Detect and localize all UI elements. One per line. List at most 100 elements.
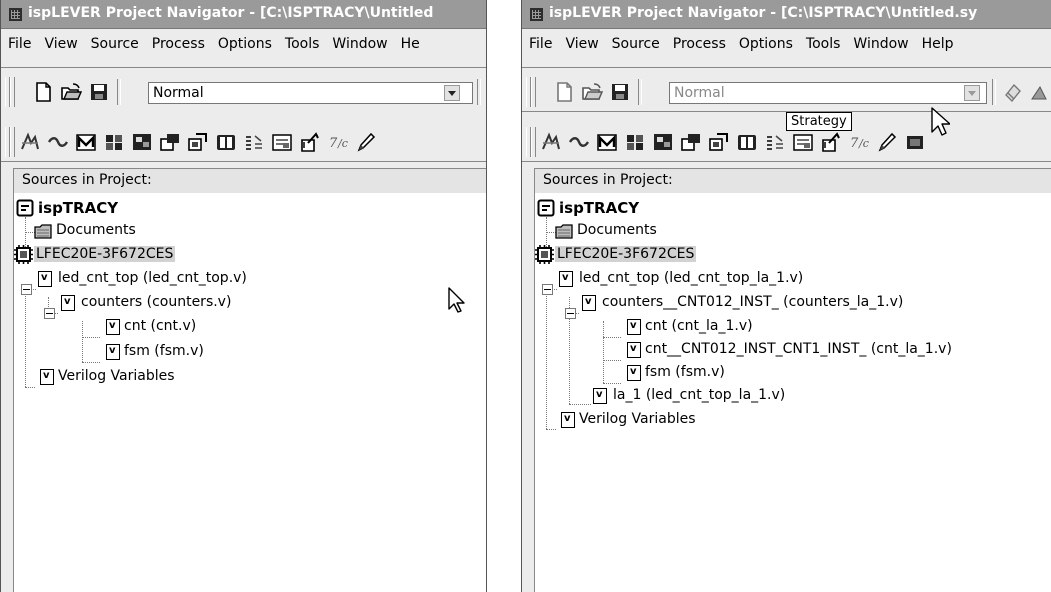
tree-node-label: fsm (fsm.v)	[645, 364, 725, 380]
svg-text:7: 7	[850, 136, 859, 151]
sources-panel-header: Sources in Project:	[534, 168, 1051, 194]
menu-window[interactable]: Window	[325, 34, 393, 52]
update-icon[interactable]	[1028, 81, 1050, 103]
folder-icon	[34, 224, 52, 239]
tree-node-label: ispTRACY	[559, 199, 640, 217]
tree-node-label: LFEC20E-3F672CES	[34, 246, 176, 262]
process-toolbar: 7/c	[5, 125, 486, 159]
toolbar-grip	[10, 77, 15, 107]
menu-options[interactable]: Options	[211, 34, 278, 52]
verilog-file-icon: v	[103, 344, 120, 362]
module-tool-icon[interactable]	[680, 131, 702, 153]
svg-text:/c: /c	[337, 137, 348, 150]
verilog-file-icon: v	[624, 319, 641, 337]
save-icon[interactable]	[88, 81, 110, 103]
link-tool-icon[interactable]	[47, 131, 69, 153]
synthesis-tool-icon[interactable]	[540, 131, 562, 153]
verilog-file-icon: v	[624, 365, 641, 383]
report-tool-icon[interactable]	[271, 131, 293, 153]
sources-tree: ispTRACY Documents LFEC20E-3F672CES v le…	[13, 193, 486, 592]
toolbar-divider	[522, 161, 1051, 162]
chevron-down-icon[interactable]	[964, 85, 980, 101]
fpga-editor-icon[interactable]	[652, 131, 674, 153]
menu-bar: File View Source Process Options Tools Window H…	[522, 33, 1051, 55]
export-tool-icon[interactable]	[820, 131, 842, 153]
schematic-tool-icon[interactable]	[103, 131, 125, 153]
simulation-tool-icon[interactable]: 7/c	[327, 131, 349, 153]
simulation-tool-icon[interactable]: 7/c	[848, 131, 870, 153]
export-tool-icon[interactable]	[299, 131, 321, 153]
menu-help[interactable]: He	[394, 34, 426, 52]
menu-process[interactable]: Process	[666, 34, 732, 52]
collapse-toggle-icon[interactable]	[44, 308, 55, 319]
sources-panel-title: Sources in Project:	[22, 172, 152, 188]
verilog-file-icon: v	[35, 271, 52, 289]
menu-tools[interactable]: Tools	[799, 34, 847, 52]
pencil-tool-icon[interactable]	[355, 131, 377, 153]
sources-panel-title: Sources in Project:	[543, 172, 673, 188]
menu-view[interactable]: View	[37, 34, 83, 52]
device-chip-icon	[14, 245, 33, 264]
save-icon[interactable]	[609, 81, 631, 103]
collapse-toggle-icon[interactable]	[542, 284, 553, 295]
link-tool-icon[interactable]	[568, 131, 590, 153]
menu-process[interactable]: Process	[145, 34, 211, 52]
new-file-icon[interactable]	[553, 81, 575, 103]
strategy-combo[interactable]: Normal	[669, 82, 987, 104]
menu-tools[interactable]: Tools	[278, 34, 326, 52]
standard-toolbar: Normal	[526, 75, 1051, 109]
model-tool-icon[interactable]	[596, 131, 618, 153]
tree-node-label: Verilog Variables	[58, 368, 175, 384]
mouse-pointer-icon	[448, 287, 465, 313]
hierarchy-tool-icon[interactable]	[187, 131, 209, 153]
strategy-tooltip: Strategy	[786, 112, 852, 131]
svg-text:7: 7	[329, 136, 338, 151]
toolbar-separator	[477, 79, 481, 105]
verilog-file-icon: v	[103, 319, 120, 337]
book-tool-icon[interactable]	[736, 131, 758, 153]
schematic-tool-icon[interactable]	[624, 131, 646, 153]
menu-file[interactable]: File	[522, 34, 558, 52]
fpga-editor-icon[interactable]	[131, 131, 153, 153]
strategy-combo[interactable]: Normal	[148, 82, 473, 104]
module-tool-icon[interactable]	[159, 131, 181, 153]
svg-text:/c: /c	[858, 137, 869, 150]
tree-node-label: fsm (fsm.v)	[124, 343, 204, 359]
book-tool-icon[interactable]	[215, 131, 237, 153]
menu-bar: File View Source Process Options Tools Window H…	[1, 33, 486, 55]
menu-window[interactable]: Window	[846, 34, 914, 52]
menu-source[interactable]: Source	[605, 34, 666, 52]
menu-file[interactable]: File	[1, 34, 37, 52]
toolbar-separator	[992, 79, 996, 105]
menu-options[interactable]: Options	[732, 34, 799, 52]
title-bar[interactable]: ispLEVER Project Navigator - [C:\ISPTRAC…	[1, 0, 486, 29]
toolbar-grip	[10, 127, 15, 157]
tree-node-label: ispTRACY	[38, 199, 119, 217]
collapse-toggle-icon[interactable]	[21, 284, 32, 295]
app-icon	[530, 8, 543, 21]
hierarchy-tool-icon[interactable]	[708, 131, 730, 153]
tree-node-label: counters__CNT012_INST_ (counters_la_1.v)	[602, 294, 904, 310]
left-project-navigator-window: ispLEVER Project Navigator - [C:\ISPTRAC…	[0, 0, 487, 592]
package-tool-icon[interactable]	[904, 131, 926, 153]
menu-help[interactable]: Help	[915, 34, 960, 52]
timing-tool-icon[interactable]	[243, 131, 265, 153]
timing-tool-icon[interactable]	[764, 131, 786, 153]
title-bar[interactable]: ispLEVER Project Navigator - [C:\ISPTRAC…	[522, 0, 1051, 29]
report-tool-icon[interactable]	[792, 131, 814, 153]
chevron-down-icon[interactable]	[444, 85, 460, 101]
pencil-tool-icon[interactable]	[876, 131, 898, 153]
menu-source[interactable]: Source	[84, 34, 145, 52]
synthesis-tool-icon[interactable]	[19, 131, 41, 153]
new-file-icon[interactable]	[32, 81, 54, 103]
mouse-pointer-icon	[931, 107, 950, 136]
toolbar-grip	[531, 77, 536, 107]
open-folder-icon[interactable]	[581, 81, 603, 103]
open-folder-icon[interactable]	[60, 81, 82, 103]
properties-icon[interactable]	[1002, 81, 1024, 103]
collapse-toggle-icon[interactable]	[565, 308, 576, 319]
strategy-combo-value: Normal	[153, 85, 204, 101]
model-tool-icon[interactable]	[75, 131, 97, 153]
menu-view[interactable]: View	[558, 34, 604, 52]
standard-toolbar: Normal	[5, 75, 486, 109]
